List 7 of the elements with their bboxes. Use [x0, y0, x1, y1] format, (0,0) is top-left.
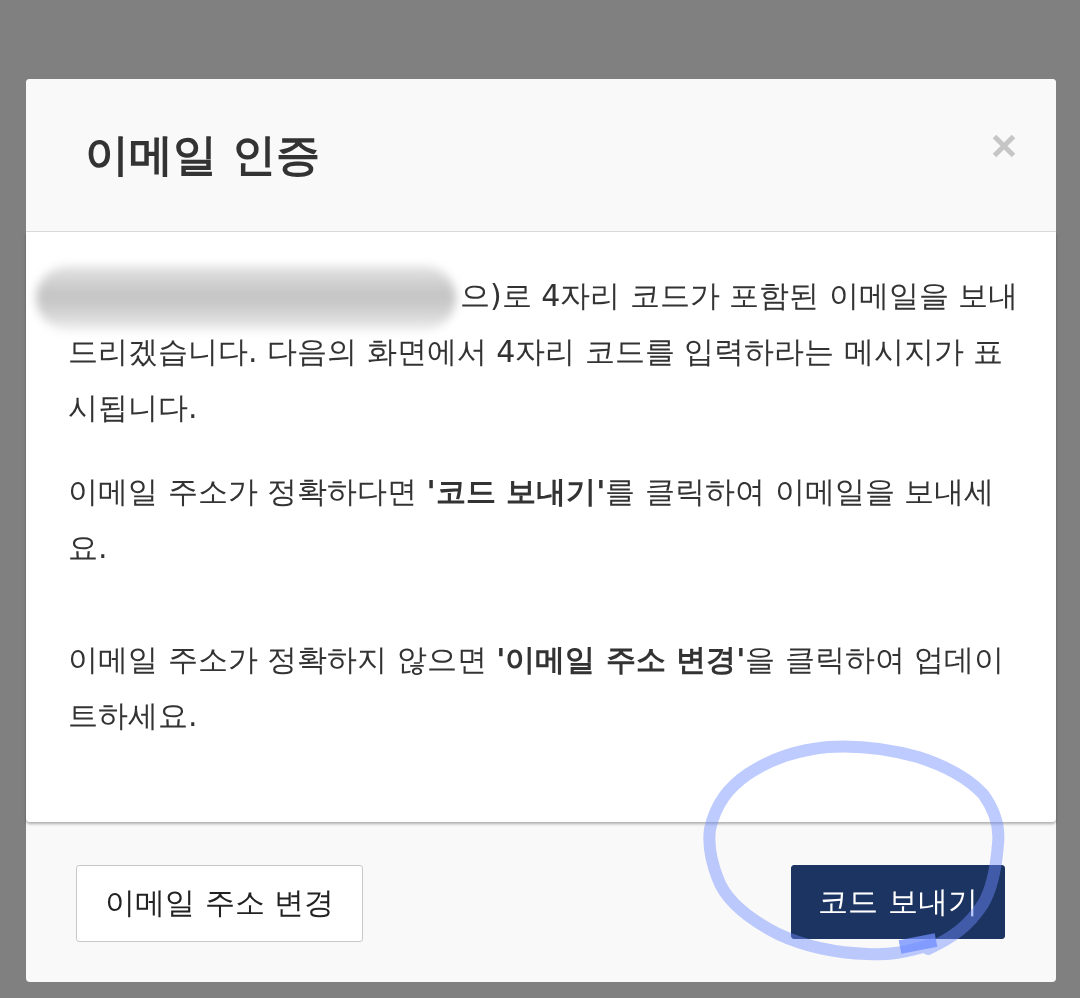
close-icon[interactable] [992, 134, 1016, 158]
body-paragraph: 이메일 주소가 정확하다면 '코드 보내기'를 클릭하여 이메일을 보내세요. [68, 473, 996, 567]
dialog-title: 이메일 인증 [85, 128, 321, 182]
body-paragraph: 이메일 주소가 정확하지 않으면 '이메일 주소 변경'을 클릭하여 업데이트하세요. [68, 641, 1006, 735]
body-paragraph: 으)로 4자리 코드가 포함된 이메일을 보내드리겠습니다. 다음의 화면에서 4자리 코드를 입력하라는 메시지가 표시됩니다. [24, 268, 1020, 436]
change-email-button[interactable]: 이메일 주소 변경 [76, 865, 364, 942]
send-code-button[interactable]: 코드 보내기 [791, 865, 1005, 939]
